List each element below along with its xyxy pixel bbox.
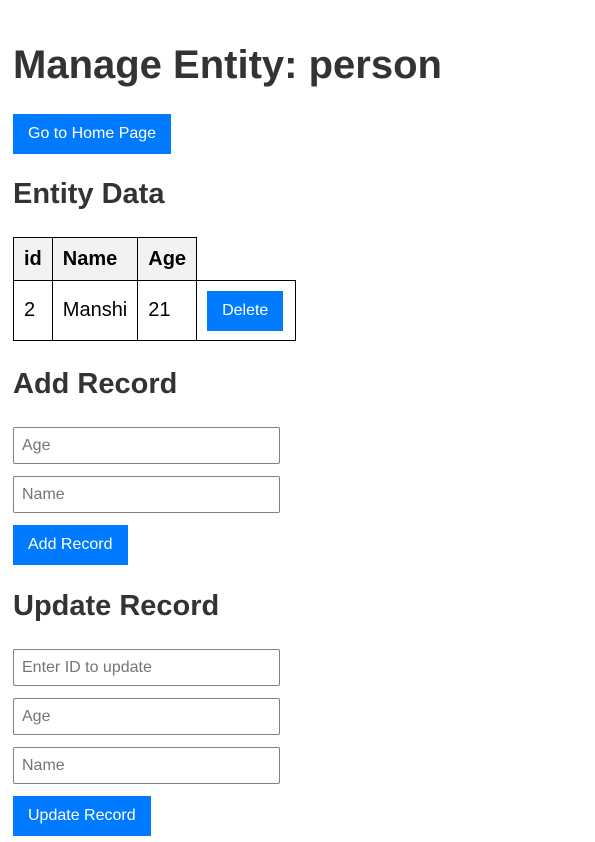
column-header-actions xyxy=(196,237,296,281)
cell-age: 21 xyxy=(137,280,198,341)
column-header-age: Age xyxy=(137,237,198,281)
page-title: Manage Entity: person xyxy=(13,43,442,87)
table-row: 2 Manshi 21 Delete xyxy=(13,280,296,341)
go-home-button[interactable]: Go to Home Page xyxy=(13,114,172,154)
update-name-input[interactable] xyxy=(13,747,280,784)
add-name-input[interactable] xyxy=(13,476,280,513)
cell-name: Manshi xyxy=(51,280,139,341)
add-record-heading: Add Record xyxy=(13,368,178,400)
entity-data-heading: Entity Data xyxy=(13,178,165,210)
add-age-input[interactable] xyxy=(13,427,280,464)
column-header-name: Name xyxy=(51,237,139,281)
cell-actions: Delete xyxy=(196,280,296,341)
entity-data-table: id Name Age 2 Manshi 21 Delete xyxy=(13,237,296,341)
update-age-input[interactable] xyxy=(13,698,280,735)
column-header-id: id xyxy=(13,237,53,281)
cell-id: 2 xyxy=(13,280,53,341)
update-id-input[interactable] xyxy=(13,649,280,686)
update-record-heading: Update Record xyxy=(13,590,220,622)
table-header-row: id Name Age xyxy=(13,237,296,281)
delete-button[interactable]: Delete xyxy=(207,290,284,331)
add-record-button[interactable]: Add Record xyxy=(13,525,128,565)
update-record-button[interactable]: Update Record xyxy=(13,796,151,836)
